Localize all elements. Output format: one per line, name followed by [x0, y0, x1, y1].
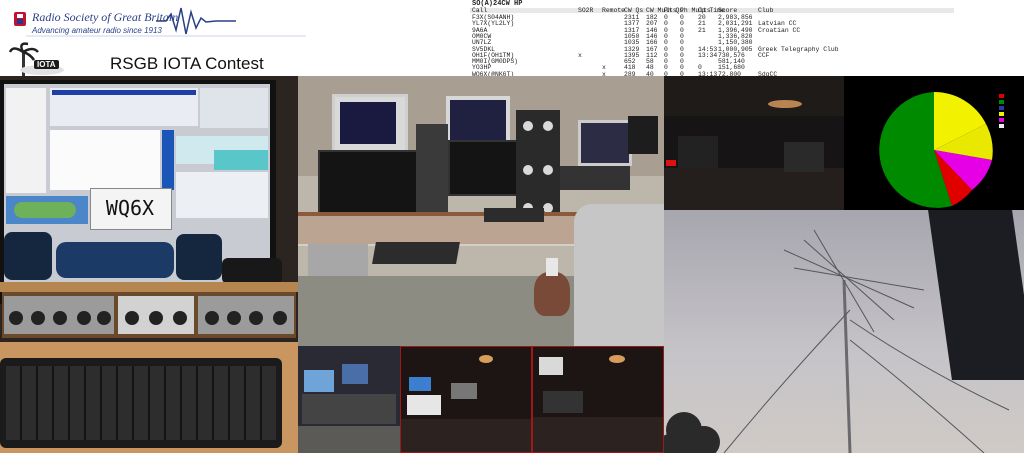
- table-cell: CW Qs: [624, 7, 644, 14]
- table-cell: Club: [758, 7, 774, 14]
- callsign-screen-label: WQ6X: [105, 196, 155, 220]
- scoreboard: SO(A)24CW HP Call SO2R Remote CW Qs CW Mults…: [470, 0, 954, 76]
- rsgb-logo: Radio Society of Great Britain Advancing…: [6, 4, 306, 38]
- photo-thumbnail-room-right: [532, 346, 664, 453]
- photo-antenna-tower: [664, 210, 1024, 453]
- table-cell: CCF: [758, 51, 770, 59]
- table-cell: Greek Telegraphy Club: [758, 45, 839, 53]
- table-cell: Remote: [602, 7, 626, 14]
- photo-dark-room: [664, 76, 844, 210]
- photo-thumbnail-operator-desk: [298, 346, 400, 453]
- table-cell: Score: [718, 7, 738, 14]
- photo-station-monitor: WQ6X: [0, 76, 298, 453]
- org-tagline: Advancing amateur radio since 1913: [32, 26, 162, 35]
- iota-logo-text: IOTA: [34, 60, 59, 69]
- photo-pie-chart-screen: [844, 76, 1024, 210]
- org-name: Radio Society of Great Britain: [32, 10, 179, 24]
- pie-chart-graphic: [879, 91, 1004, 208]
- table-cell: 13:34: [698, 51, 718, 59]
- iota-logo: IOTA: [8, 40, 68, 76]
- header: Radio Society of Great Britain Advancing…: [0, 0, 470, 76]
- page-title: RSGB IOTA Contest: [110, 54, 264, 73]
- table-cell: x: [578, 51, 582, 59]
- photo-thumbnail-room-left: [400, 346, 532, 453]
- photo-operating-room: [298, 76, 664, 346]
- table-cell: 21: [698, 26, 706, 34]
- table-cell: SO2R: [578, 7, 594, 14]
- palm-tree-icon: [8, 42, 64, 76]
- table-cell: Call: [472, 7, 488, 14]
- table-cell: Croatian CC: [758, 26, 801, 34]
